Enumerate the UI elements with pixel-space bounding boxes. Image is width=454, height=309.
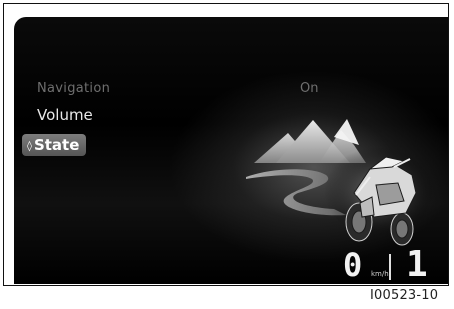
speed-unit: km/h (371, 270, 389, 278)
menu-item-label: State (33, 136, 80, 154)
speed-readout: 0 (343, 246, 363, 284)
menu-item-state[interactable]: ◊ State (22, 134, 87, 156)
menu-item-navigation[interactable]: Navigation (37, 81, 110, 96)
dashboard-screen: Navigation Volume ◊ State On 0 km/h 1 (14, 17, 448, 284)
menu-item-label: Volume (37, 106, 93, 124)
status-divider (389, 254, 391, 280)
diamond-arrow-icon: ◊ (27, 141, 32, 152)
setting-value: On (300, 81, 319, 96)
figure-code: I00523-10 (370, 288, 439, 303)
menu-item-volume[interactable]: Volume (37, 106, 93, 124)
menu-item-label: Navigation (37, 81, 111, 96)
gear-indicator: 1 (406, 244, 428, 284)
